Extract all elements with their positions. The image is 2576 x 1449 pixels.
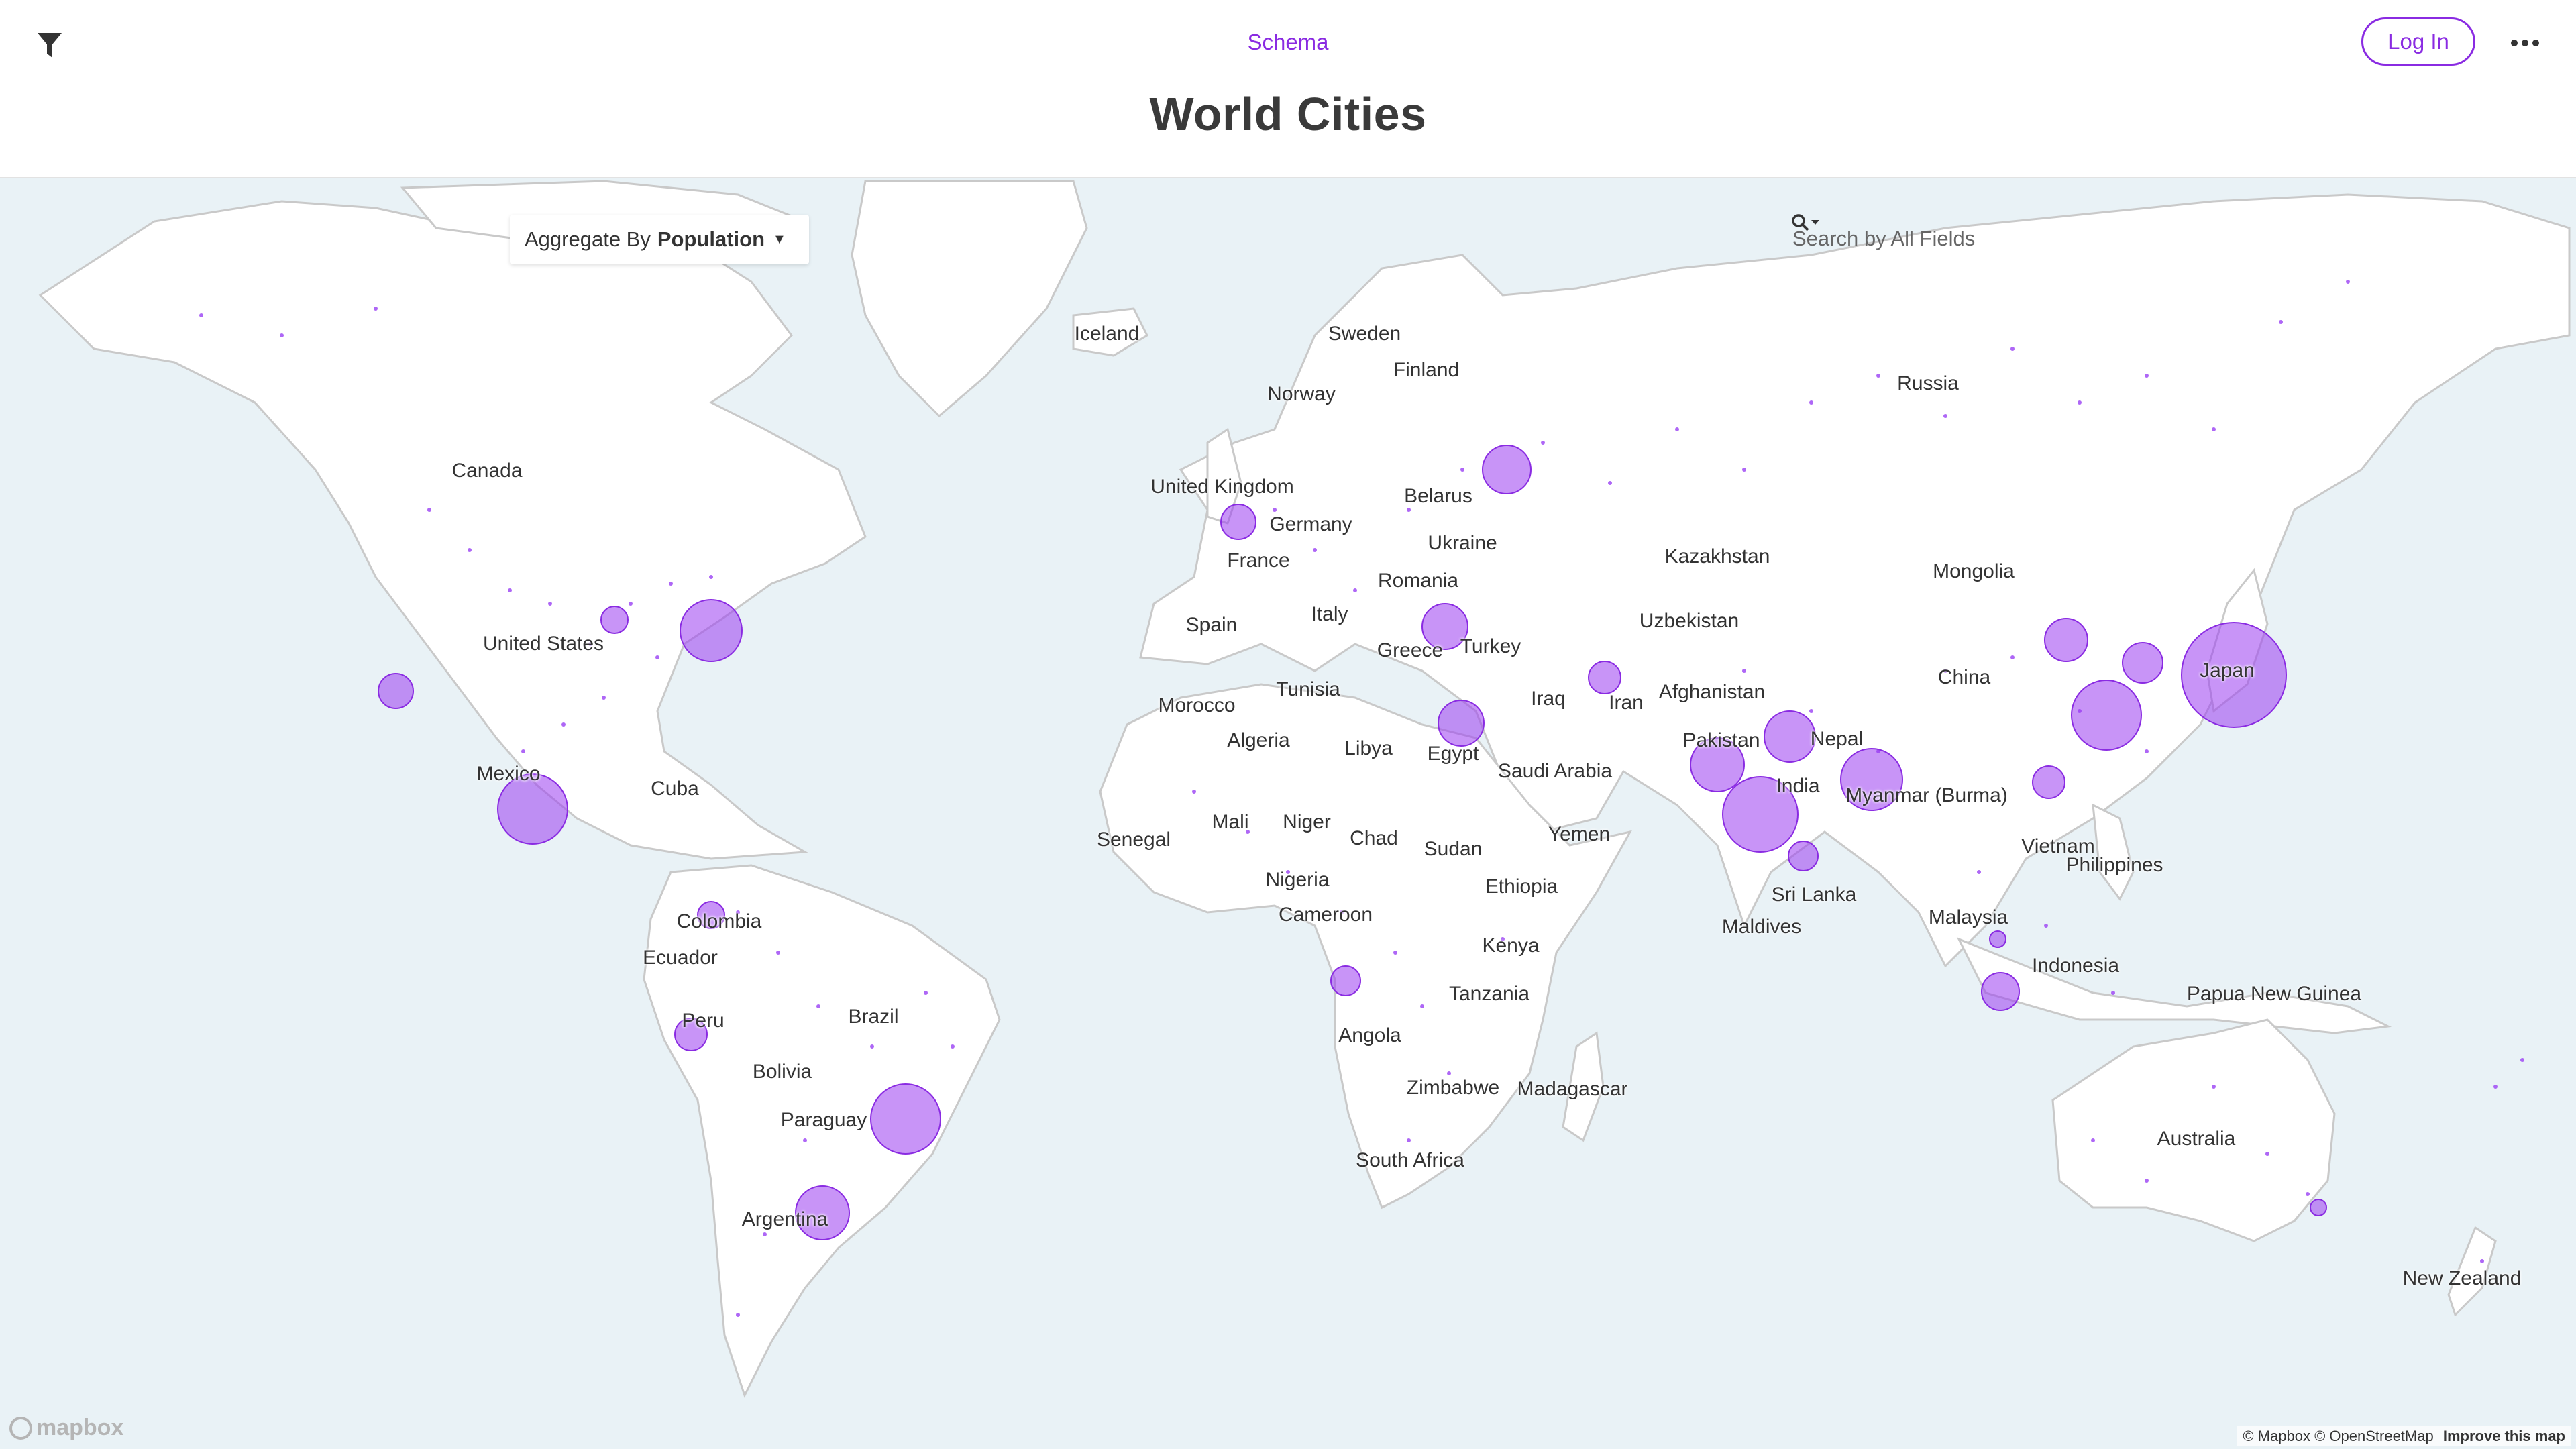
map-label: Australia <box>2157 1128 2236 1150</box>
map-label: United Kingdom <box>1150 476 1294 498</box>
map-label: Senegal <box>1096 828 1171 851</box>
map-label: Libya <box>1344 737 1393 759</box>
map-label: Spain <box>1185 614 1238 636</box>
map-label: Sri Lanka <box>1771 883 1857 906</box>
map-label: Mali <box>1212 811 1249 833</box>
filter-icon[interactable] <box>31 27 68 64</box>
map-label: Bolivia <box>752 1061 812 1083</box>
map-label: Madagascar <box>1517 1078 1628 1100</box>
map-label: Norway <box>1267 383 1336 405</box>
map-label: Japan <box>2200 659 2255 682</box>
map-label: Paraguay <box>780 1109 867 1131</box>
map-label: Chad <box>1350 827 1398 849</box>
mapbox-logo-icon <box>9 1416 32 1440</box>
search-input[interactable] <box>1791 226 2002 252</box>
map-label: Italy <box>1311 603 1348 625</box>
map-label: Sweden <box>1328 323 1401 345</box>
map-label: Malaysia <box>1928 906 2008 928</box>
map-label: Papua New Guinea <box>2186 983 2362 1005</box>
map-label: Ecuador <box>643 947 718 969</box>
map-label: Romania <box>1377 570 1459 592</box>
login-button[interactable]: Log In <box>2361 17 2475 66</box>
map-label: Sudan <box>1424 838 1483 860</box>
map-label: Iran <box>1609 692 1644 714</box>
map-label: Zimbabwe <box>1406 1077 1500 1099</box>
map-label: Angola <box>1338 1024 1401 1046</box>
schema-link[interactable]: Schema <box>1247 30 1328 54</box>
map-label: India <box>1776 775 1820 797</box>
map-label: Egypt <box>1427 743 1479 765</box>
map-label: Russia <box>1897 372 1959 394</box>
map-label: Tunisia <box>1276 678 1340 700</box>
map-label: Iceland <box>1074 323 1140 345</box>
map-label: Finland <box>1393 359 1460 381</box>
map-label: Niger <box>1283 811 1331 833</box>
improve-map-link[interactable]: Improve this map <box>2443 1428 2565 1444</box>
land-philippines <box>2092 803 2135 901</box>
search-box <box>1791 213 2059 264</box>
mapbox-logo[interactable]: mapbox <box>9 1415 123 1441</box>
aggregate-dropdown[interactable]: Aggregate By Population ▼ <box>510 215 809 264</box>
map-label: Iraq <box>1531 688 1566 710</box>
map-label: Germany <box>1269 513 1352 535</box>
map-label: Ethiopia <box>1485 875 1558 898</box>
map-label: Mongolia <box>1933 560 2015 582</box>
map-label: France <box>1227 549 1290 572</box>
attribution-osm[interactable]: © OpenStreetMap <box>2314 1428 2434 1444</box>
map-label: Afghanistan <box>1658 681 1766 703</box>
map-label: New Zealand <box>2402 1267 2522 1289</box>
map-label: Philippines <box>2065 854 2163 876</box>
land-greenland <box>851 180 1088 418</box>
map-label: Kazakhstan <box>1664 545 1770 568</box>
aggregate-value: Population <box>657 227 765 251</box>
map-label: Peru <box>682 1010 724 1032</box>
map-label: United States <box>482 633 604 655</box>
map-label: Pakistan <box>1682 729 1760 751</box>
map-label: Morocco <box>1158 694 1236 716</box>
map-label: Ukraine <box>1428 532 1497 554</box>
attribution-mapbox[interactable]: © Mapbox <box>2243 1428 2310 1444</box>
top-bar: Schema World Cities Log In <box>0 0 2576 178</box>
caret-down-icon: ▼ <box>773 231 786 247</box>
map-label: Belarus <box>1404 485 1472 507</box>
map-label: Greece <box>1377 639 1444 661</box>
map-label: Yemen <box>1548 823 1611 845</box>
map-label: Nepal <box>1810 728 1864 750</box>
map-label: Brazil <box>848 1006 899 1028</box>
map-label: South Africa <box>1356 1149 1464 1171</box>
map-attribution: © Mapbox © OpenStreetMap Improve this ma… <box>2237 1426 2571 1446</box>
map-label: Cameroon <box>1278 904 1373 926</box>
map-label: Maldives <box>1721 916 1802 938</box>
map-label: Indonesia <box>2031 955 2120 977</box>
world-map[interactable]: Aggregate By Population ▼ Iceland Sweden… <box>0 178 2576 1449</box>
aggregate-prefix: Aggregate By <box>525 227 651 251</box>
map-label: Myanmar (Burma) <box>1845 784 2008 806</box>
map-label: Uzbekistan <box>1639 610 1739 632</box>
map-label: Saudi Arabia <box>1497 760 1613 782</box>
map-label: Colombia <box>676 910 762 932</box>
page-title: World Cities <box>1149 88 1427 140</box>
map-label: Argentina <box>741 1208 828 1230</box>
land-north-america <box>38 200 867 860</box>
map-label: Turkey <box>1460 635 1521 657</box>
map-label: Tanzania <box>1448 983 1530 1005</box>
map-label: Canada <box>451 460 523 482</box>
map-label: Kenya <box>1482 934 1540 957</box>
more-icon[interactable] <box>2505 30 2545 56</box>
map-label: Algeria <box>1227 729 1290 751</box>
map-label: Nigeria <box>1265 869 1330 891</box>
map-label: China <box>1937 666 1991 688</box>
mapbox-logo-text: mapbox <box>36 1415 124 1440</box>
map-label: Cuba <box>651 777 699 800</box>
map-label: Mexico <box>476 763 541 785</box>
schema-link-wrapper: Schema <box>0 30 2576 55</box>
